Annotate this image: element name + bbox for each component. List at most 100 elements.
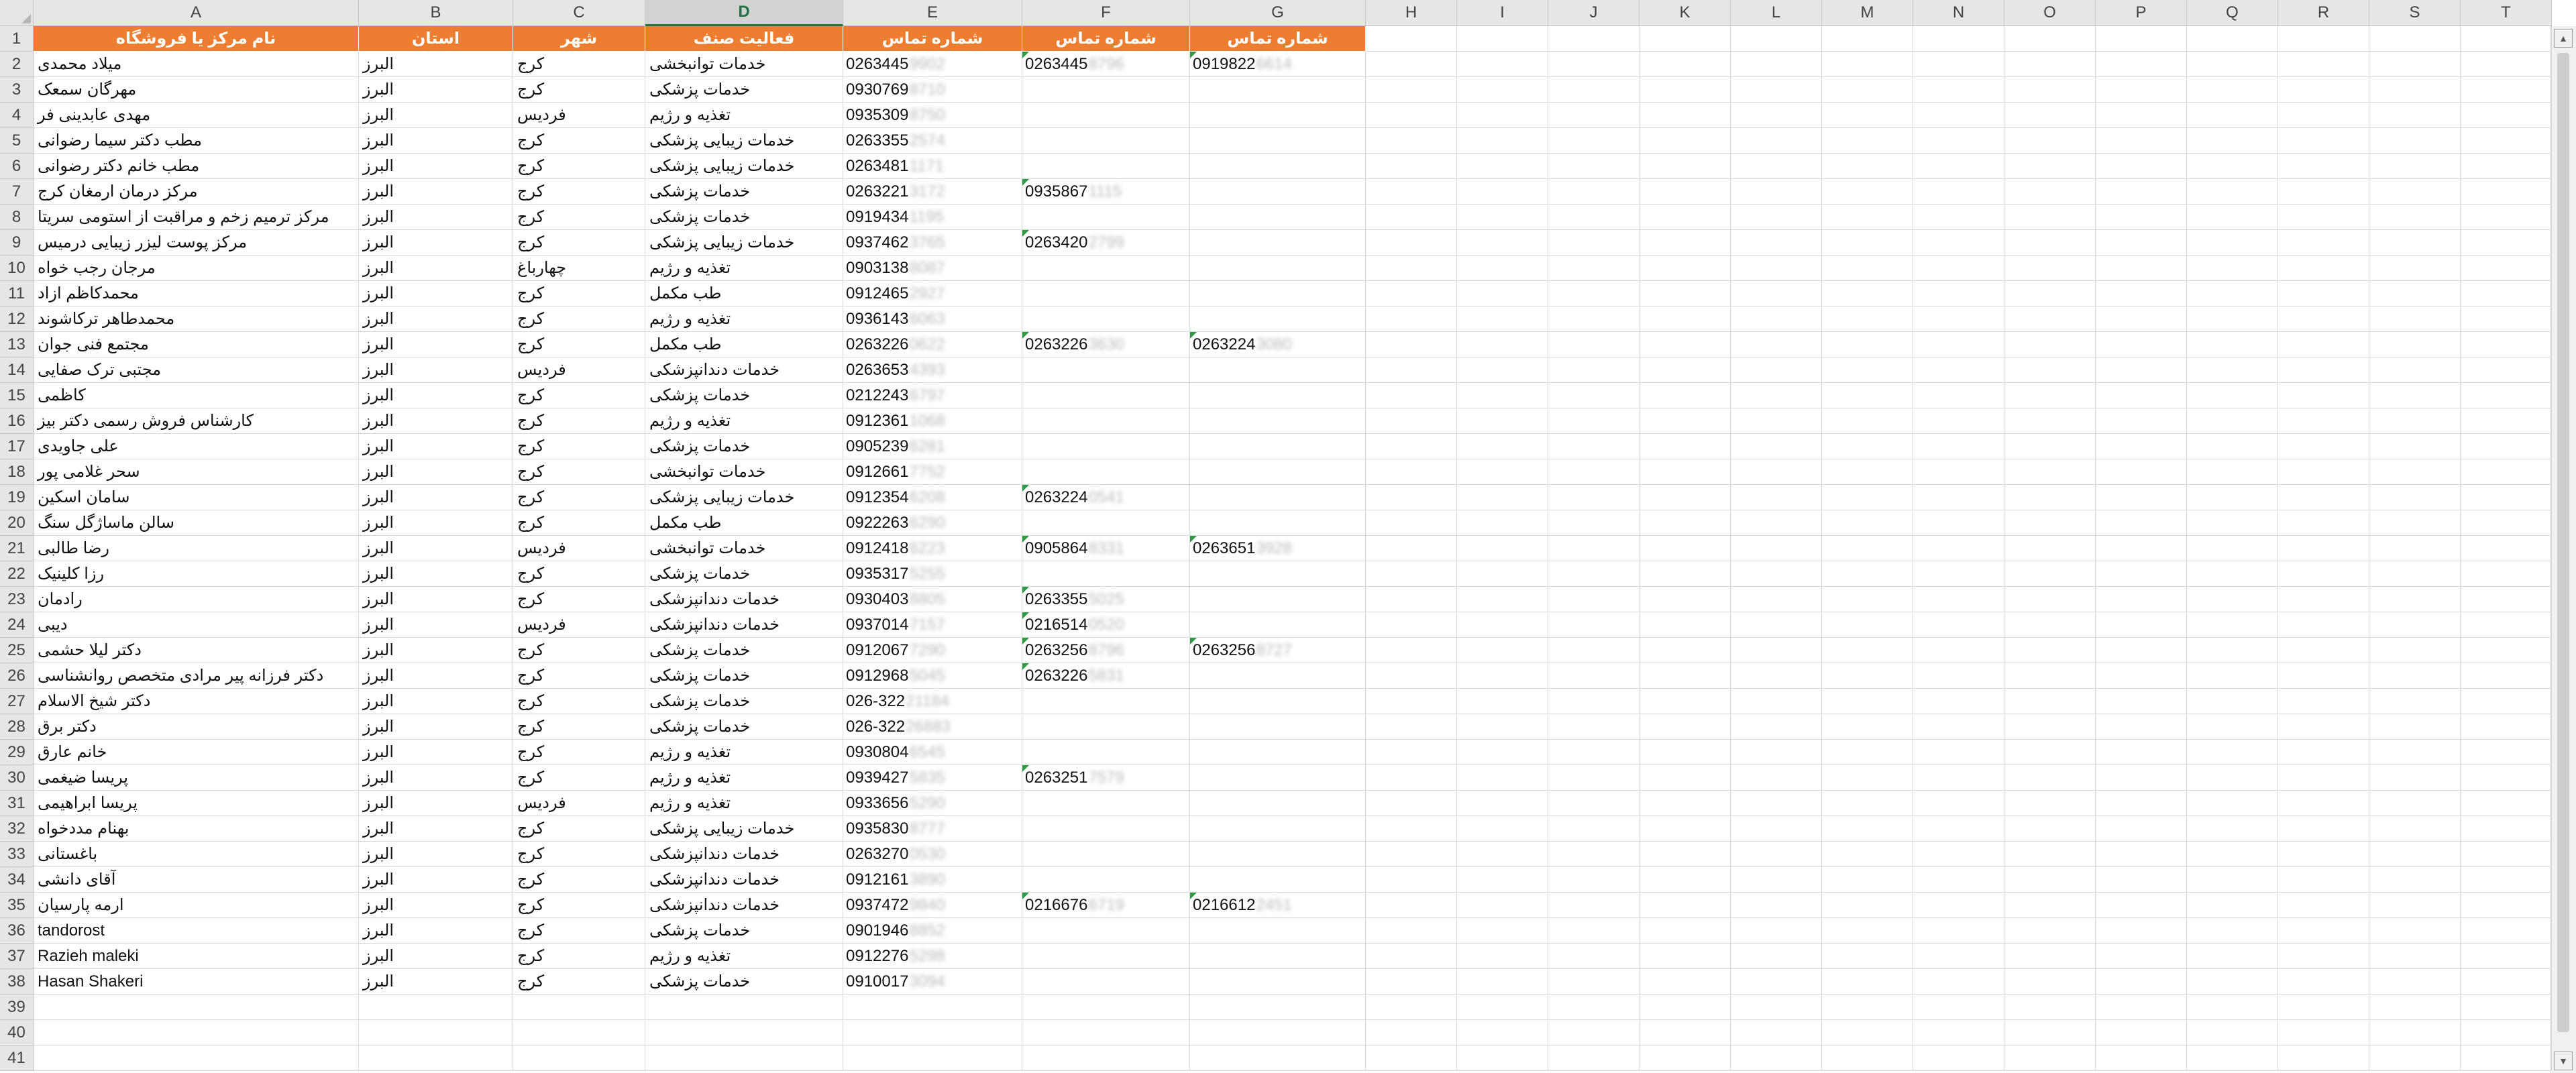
phone-cell[interactable]: 0912465 2927: [843, 281, 1022, 306]
phone-cell[interactable]: 0263445 8796: [1022, 52, 1190, 77]
grid-cell[interactable]: [1457, 765, 1548, 791]
grid-cell[interactable]: [2187, 1020, 2278, 1046]
grid-cell[interactable]: [2187, 893, 2278, 918]
row-header[interactable]: 4: [0, 103, 34, 128]
grid-cell[interactable]: [2096, 765, 2187, 791]
grid-cell[interactable]: [2278, 995, 2369, 1020]
phone-cell[interactable]: 0937014 7157: [843, 612, 1022, 638]
row-header[interactable]: 29: [0, 740, 34, 765]
grid-cell[interactable]: [2278, 103, 2369, 128]
grid-cell[interactable]: [1822, 791, 1913, 816]
city-cell[interactable]: چهارباغ: [513, 256, 645, 281]
activity-cell[interactable]: خدمات پزشکی: [645, 205, 843, 230]
row-header[interactable]: 23: [0, 587, 34, 612]
grid-cell[interactable]: [1731, 536, 1822, 561]
grid-cell[interactable]: [2004, 791, 2096, 816]
grid-cell[interactable]: [843, 1020, 1022, 1046]
grid-cell[interactable]: [1190, 969, 1366, 995]
grid-cell[interactable]: [2369, 459, 2461, 485]
city-cell[interactable]: کرج: [513, 434, 645, 459]
province-cell[interactable]: البرز: [359, 842, 513, 867]
grid-cell[interactable]: [2004, 408, 2096, 434]
header-cell-a[interactable]: نام مرکز یا فروشگاه: [34, 26, 359, 52]
grid-cell[interactable]: [1822, 944, 1913, 969]
scroll-thumb[interactable]: [2557, 53, 2569, 1032]
phone-cell[interactable]: 0933656 5290: [843, 791, 1022, 816]
grid-cell[interactable]: [1022, 867, 1190, 893]
grid-cell[interactable]: [1457, 561, 1548, 587]
grid-cell[interactable]: [1640, 663, 1731, 689]
grid-cell[interactable]: [1366, 612, 1457, 638]
grid-cell[interactable]: [2461, 205, 2552, 230]
grid-cell[interactable]: [1913, 154, 2004, 179]
grid-cell[interactable]: [1548, 561, 1640, 587]
grid-cell[interactable]: [2187, 714, 2278, 740]
grid-cell[interactable]: [1913, 103, 2004, 128]
province-cell[interactable]: البرز: [359, 408, 513, 434]
grid-cell[interactable]: [1640, 765, 1731, 791]
phone-cell[interactable]: 0930769 8710: [843, 77, 1022, 103]
grid-cell[interactable]: [2278, 128, 2369, 154]
grid-cell[interactable]: [843, 1046, 1022, 1071]
province-cell[interactable]: البرز: [359, 689, 513, 714]
grid-cell[interactable]: [2278, 867, 2369, 893]
grid-cell[interactable]: [2004, 918, 2096, 944]
grid-cell[interactable]: [1640, 128, 1731, 154]
grid-cell[interactable]: [2461, 357, 2552, 383]
grid-cell[interactable]: [1190, 154, 1366, 179]
grid-cell[interactable]: [1457, 791, 1548, 816]
grid-cell[interactable]: [1457, 179, 1548, 205]
activity-cell[interactable]: طب مکمل: [645, 510, 843, 536]
column-header-d[interactable]: D: [645, 0, 843, 26]
grid-cell[interactable]: [1822, 205, 1913, 230]
grid-cell[interactable]: [2187, 357, 2278, 383]
phone-cell[interactable]: 0212243 6797: [843, 383, 1022, 408]
center-name-cell[interactable]: مرکز درمان ارمغان کرج: [34, 179, 359, 205]
grid-cell[interactable]: [1822, 918, 1913, 944]
grid-cell[interactable]: [1822, 230, 1913, 256]
grid-cell[interactable]: [2004, 281, 2096, 306]
grid-cell[interactable]: [1548, 893, 1640, 918]
grid-cell[interactable]: [1366, 485, 1457, 510]
grid-cell[interactable]: [2004, 663, 2096, 689]
grid-cell[interactable]: [2278, 918, 2369, 944]
grid-cell[interactable]: [1457, 510, 1548, 536]
grid-cell[interactable]: [1731, 867, 1822, 893]
grid-cell[interactable]: [1913, 459, 2004, 485]
grid-cell[interactable]: [1822, 357, 1913, 383]
header-cell-f[interactable]: شماره تماس: [1022, 26, 1190, 52]
city-cell[interactable]: فردیس: [513, 536, 645, 561]
city-cell[interactable]: کرج: [513, 638, 645, 663]
phone-cell[interactable]: 0901946 8852: [843, 918, 1022, 944]
grid-cell[interactable]: [1913, 740, 2004, 765]
grid-cell[interactable]: [1548, 1020, 1640, 1046]
grid-cell[interactable]: [1640, 918, 1731, 944]
grid-cell[interactable]: [2278, 638, 2369, 663]
grid-cell[interactable]: [1457, 536, 1548, 561]
grid-cell[interactable]: [1640, 740, 1731, 765]
grid-cell[interactable]: [1022, 306, 1190, 332]
grid-cell[interactable]: [1457, 26, 1548, 52]
grid-cell[interactable]: [2369, 1020, 2461, 1046]
city-cell[interactable]: کرج: [513, 383, 645, 408]
grid-cell[interactable]: [2096, 867, 2187, 893]
grid-cell[interactable]: [1190, 765, 1366, 791]
activity-cell[interactable]: خدمات زیبایی پزشکی: [645, 816, 843, 842]
grid-cell[interactable]: [1548, 765, 1640, 791]
column-header-g[interactable]: G: [1190, 0, 1366, 26]
grid-cell[interactable]: [1640, 587, 1731, 612]
grid-cell[interactable]: [2461, 969, 2552, 995]
grid-cell[interactable]: [2004, 587, 2096, 612]
grid-cell[interactable]: [1913, 485, 2004, 510]
province-cell[interactable]: البرز: [359, 383, 513, 408]
grid-cell[interactable]: [1640, 154, 1731, 179]
grid-cell[interactable]: [1457, 128, 1548, 154]
grid-cell[interactable]: [1548, 306, 1640, 332]
grid-cell[interactable]: [1457, 612, 1548, 638]
grid-cell[interactable]: [1022, 842, 1190, 867]
grid-cell[interactable]: [1022, 281, 1190, 306]
grid-cell[interactable]: [2369, 52, 2461, 77]
grid-cell[interactable]: [1731, 52, 1822, 77]
grid-cell[interactable]: [1366, 1020, 1457, 1046]
grid-cell[interactable]: [1548, 281, 1640, 306]
